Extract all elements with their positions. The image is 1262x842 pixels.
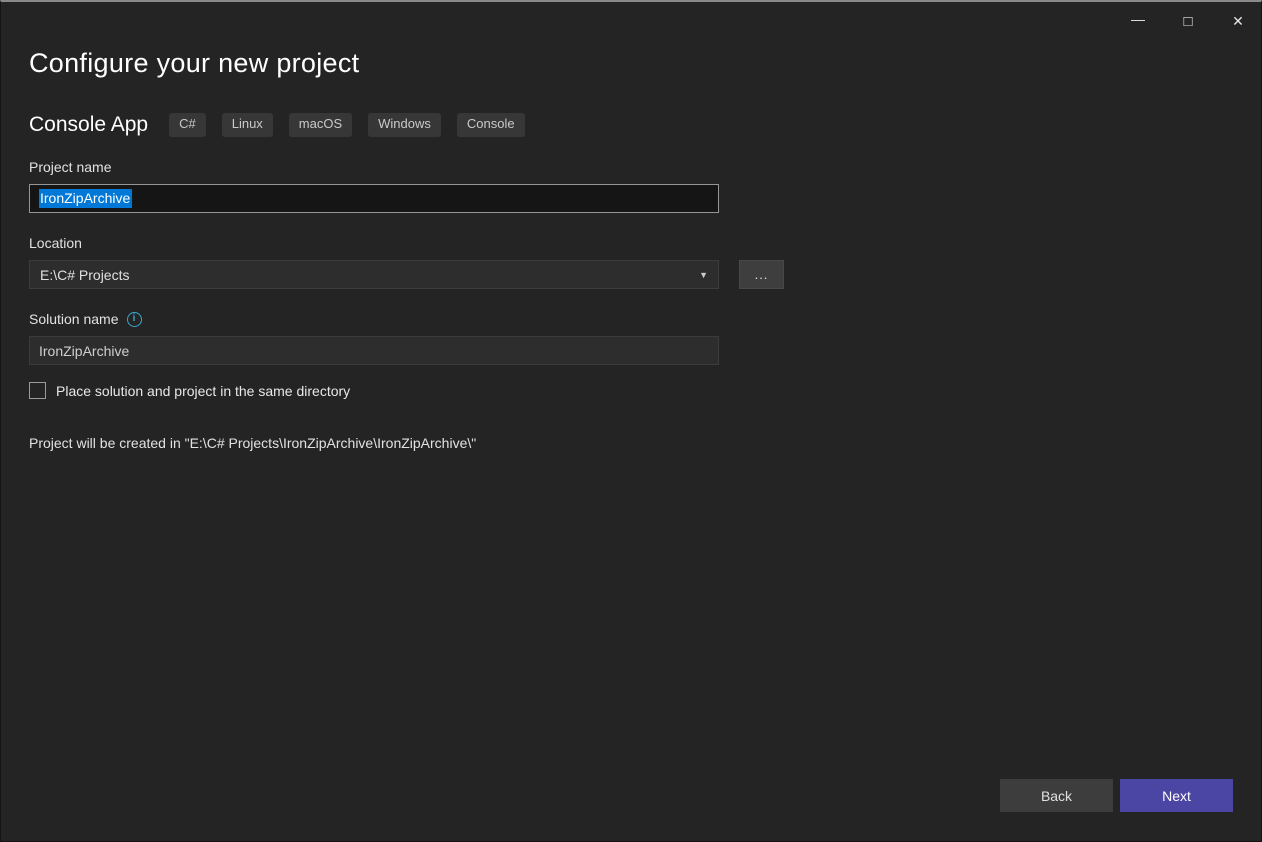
minimize-icon: —	[1131, 12, 1145, 26]
project-name-input[interactable]: IronZipArchive	[29, 184, 719, 213]
creation-note: Project will be created in "E:\C# Projec…	[29, 435, 1233, 451]
tag-windows: Windows	[368, 113, 441, 136]
tag-linux: Linux	[222, 113, 273, 136]
tag-macos: macOS	[289, 113, 352, 136]
footer-buttons: Back Next	[1000, 779, 1233, 812]
same-directory-label: Place solution and project in the same d…	[56, 383, 350, 399]
project-name-selected-text: IronZipArchive	[39, 189, 132, 208]
maximize-button[interactable]: □	[1173, 6, 1203, 36]
solution-name-label-row: Solution name i	[29, 311, 1233, 327]
maximize-icon: □	[1183, 14, 1192, 29]
browse-button[interactable]: ...	[739, 260, 784, 289]
project-type-row: Console App C# Linux macOS Windows Conso…	[29, 113, 1233, 137]
location-label: Location	[29, 235, 1233, 251]
close-button[interactable]: ✕	[1223, 6, 1253, 36]
location-value: E:\C# Projects	[40, 267, 129, 283]
location-row: E:\C# Projects ▼ ...	[29, 260, 1233, 289]
project-name-label: Project name	[29, 159, 1233, 175]
dialog-content: Configure your new project Console App C…	[1, 48, 1261, 451]
titlebar: — □ ✕	[1, 2, 1261, 40]
page-title: Configure your new project	[29, 48, 1233, 79]
project-type-name: Console App	[29, 113, 148, 137]
tag-list: C# Linux macOS Windows Console	[169, 113, 525, 136]
same-directory-row: Place solution and project in the same d…	[29, 382, 1233, 399]
solution-name-input[interactable]	[29, 336, 719, 365]
tag-console: Console	[457, 113, 525, 136]
minimize-button[interactable]: —	[1123, 6, 1153, 36]
configure-project-dialog: — □ ✕ Configure your new project Console…	[0, 0, 1262, 842]
close-icon: ✕	[1232, 14, 1244, 28]
solution-name-label: Solution name	[29, 311, 119, 327]
tag-csharp: C#	[169, 113, 206, 136]
back-button[interactable]: Back	[1000, 779, 1113, 812]
next-button[interactable]: Next	[1120, 779, 1233, 812]
chevron-down-icon: ▼	[699, 270, 708, 280]
location-dropdown[interactable]: E:\C# Projects ▼	[29, 260, 719, 289]
same-directory-checkbox[interactable]	[29, 382, 46, 399]
info-icon[interactable]: i	[127, 312, 142, 327]
